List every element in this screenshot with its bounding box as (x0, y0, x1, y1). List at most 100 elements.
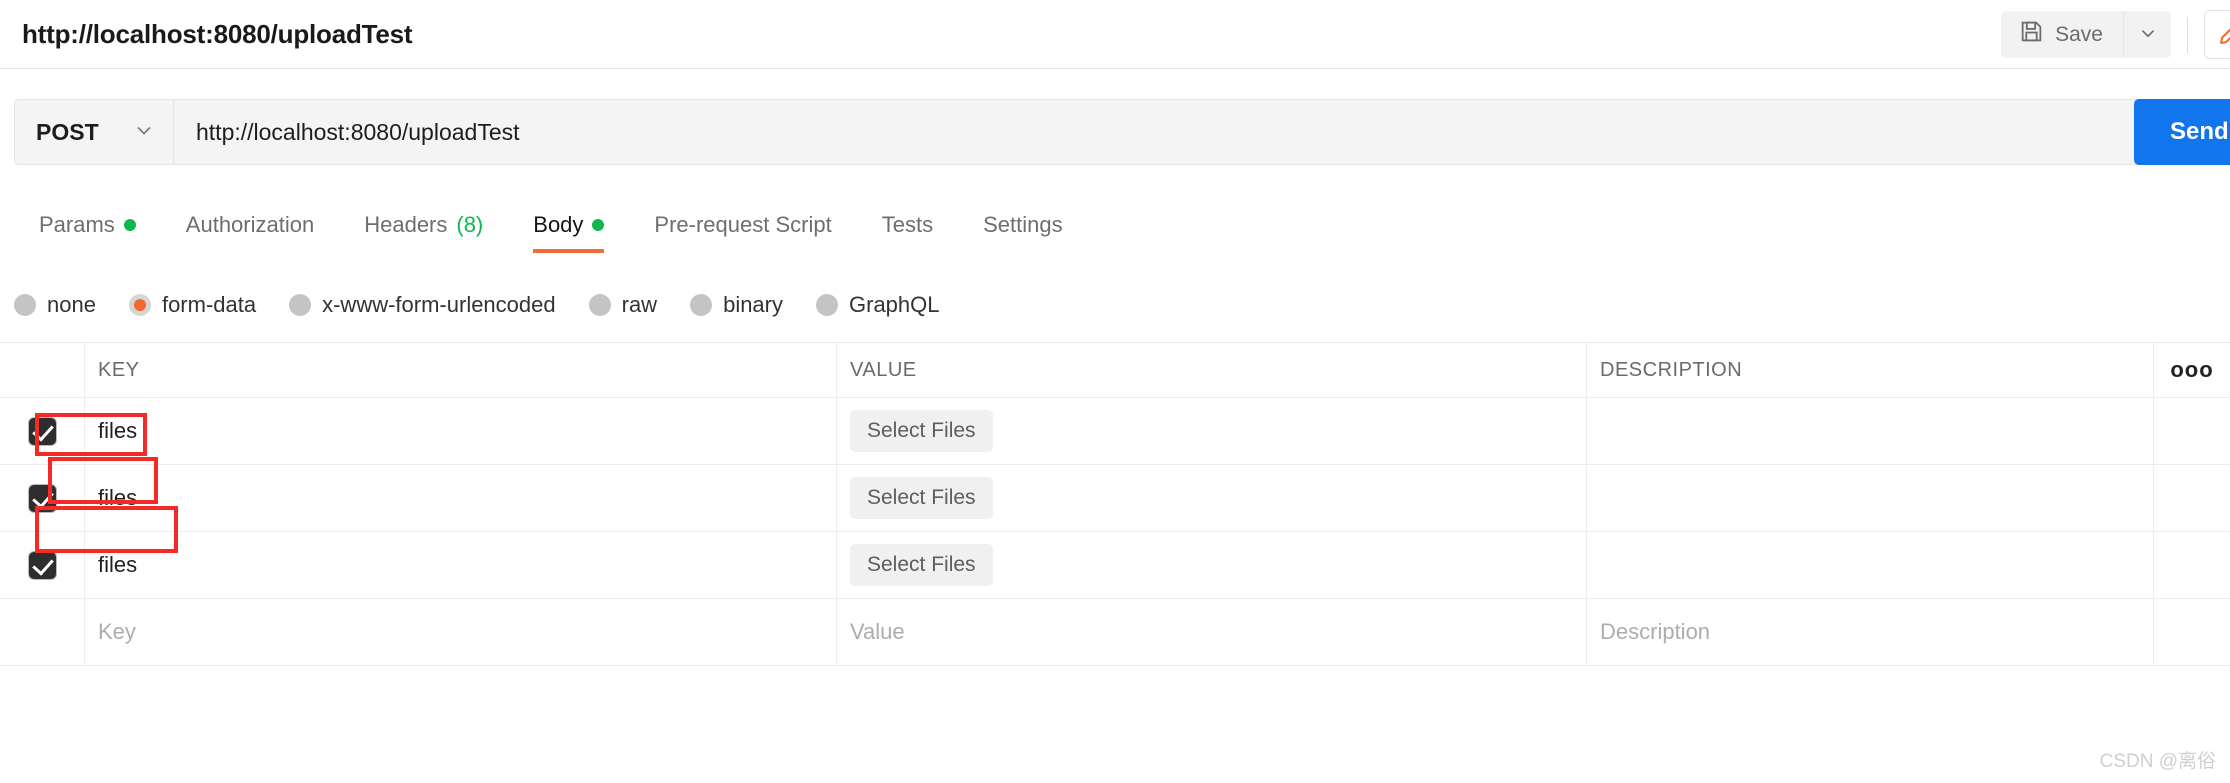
body-type-x-www-form-urlencoded-label: x-www-form-urlencoded (322, 292, 556, 317)
send-button[interactable]: Send (2134, 99, 2230, 165)
row-checkbox[interactable] (28, 484, 56, 512)
empty-row-value-placeholder: Value (850, 619, 905, 644)
tab-settings-label: Settings (983, 211, 1063, 237)
body-type-x-www-form-urlencoded[interactable]: x-www-form-urlencoded (289, 292, 556, 318)
row-value-cell: Select Files (837, 465, 1587, 531)
tab-authorization[interactable]: Authorization (161, 196, 339, 253)
tab-pre-request-script[interactable]: Pre-request Script (629, 196, 856, 253)
header-cell-description: DESCRIPTION (1587, 343, 2154, 397)
toolbar-divider (2187, 16, 2188, 53)
watermark: CSDN @离俗 (2099, 751, 2216, 772)
header-cell-checkbox (0, 343, 85, 397)
edit-request-button[interactable] (2204, 10, 2230, 59)
body-type-raw-label: raw (621, 292, 658, 317)
postman-request-pane: http://localhost:8080/uploadTest Save PO… (0, 0, 2230, 783)
row-key-cell[interactable]: files (85, 398, 837, 464)
row-key-cell[interactable]: files (85, 465, 837, 531)
save-options-button[interactable] (2123, 11, 2171, 58)
radio-icon (289, 294, 312, 316)
chevron-down-icon (132, 118, 156, 147)
radio-icon (690, 294, 713, 316)
table-row: files Select Files (0, 465, 2230, 532)
radio-icon (14, 294, 36, 316)
body-type-radio-group: none form-data x-www-form-urlencoded raw… (14, 280, 973, 330)
header-cell-value: VALUE (837, 343, 1587, 397)
empty-row-more-cell (2154, 599, 2230, 665)
body-type-binary[interactable]: binary (690, 292, 783, 318)
row-description-cell[interactable] (1587, 398, 2154, 464)
tab-settings[interactable]: Settings (958, 196, 1088, 253)
unsaved-dot-icon (123, 218, 136, 231)
select-files-button[interactable]: Select Files (850, 544, 993, 586)
body-type-form-data-label: form-data (161, 292, 257, 317)
row-more-cell (2154, 532, 2230, 598)
tab-pre-request-script-label: Pre-request Script (654, 211, 832, 237)
empty-row-description-cell[interactable]: Description (1587, 599, 2154, 665)
body-type-graphql[interactable]: GraphQL (816, 292, 940, 318)
row-more-cell (2154, 465, 2230, 531)
header-value-label: VALUE (850, 358, 917, 381)
body-type-binary-label: binary (723, 292, 783, 317)
request-tabs: Params Authorization Headers (8) Body Pr… (0, 196, 2230, 258)
table-empty-row: Key Value Description (0, 599, 2230, 666)
radio-selected-icon (128, 294, 151, 316)
http-method-label: POST (36, 118, 99, 145)
chevron-down-icon (2137, 22, 2159, 47)
row-key-value: files (98, 418, 138, 443)
tab-body[interactable]: Body (508, 196, 629, 253)
url-bar: POST (14, 99, 2216, 165)
select-files-button[interactable]: Select Files (850, 477, 993, 519)
save-button-group: Save (2001, 11, 2171, 58)
ellipsis-icon[interactable]: ooo (2170, 357, 2213, 383)
row-checkbox[interactable] (28, 551, 56, 579)
radio-icon (816, 294, 838, 316)
tab-params-label: Params (39, 211, 115, 237)
empty-row-value-cell[interactable]: Value (837, 599, 1587, 665)
tab-headers[interactable]: Headers (8) (339, 196, 508, 253)
tab-headers-label: Headers (364, 211, 448, 237)
row-checkbox[interactable] (28, 417, 56, 445)
empty-row-key-cell[interactable]: Key (85, 599, 837, 665)
tab-tests[interactable]: Tests (857, 196, 958, 253)
pencil-icon (2217, 20, 2230, 50)
save-button-label: Save (2055, 22, 2103, 46)
save-button[interactable]: Save (2001, 11, 2123, 58)
form-data-table: KEY VALUE DESCRIPTION ooo files Select F… (0, 342, 2230, 666)
row-value-cell: Select Files (837, 532, 1587, 598)
header-key-label: KEY (98, 358, 140, 381)
body-type-graphql-label: GraphQL (849, 292, 940, 317)
row-key-cell[interactable]: files (85, 532, 837, 598)
row-key-value: files (98, 485, 138, 510)
tab-authorization-label: Authorization (185, 211, 315, 237)
row-key-value: files (98, 552, 138, 577)
table-row: files Select Files (0, 532, 2230, 599)
request-title: http://localhost:8080/uploadTest (22, 19, 413, 49)
row-description-cell[interactable] (1587, 465, 2154, 531)
row-checkbox-cell (0, 532, 85, 598)
empty-row-checkbox-cell (0, 599, 85, 665)
top-bar-actions: Save (2001, 0, 2230, 69)
top-bar: http://localhost:8080/uploadTest Save (0, 0, 2230, 69)
header-cell-more: ooo (2154, 343, 2230, 397)
body-type-none[interactable]: none (14, 292, 96, 318)
body-type-form-data[interactable]: form-data (128, 292, 257, 318)
tab-body-label: Body (533, 211, 584, 237)
empty-row-key-placeholder: Key (98, 619, 136, 644)
http-method-select[interactable]: POST (14, 99, 174, 165)
select-files-button[interactable]: Select Files (850, 410, 993, 452)
body-type-raw[interactable]: raw (588, 292, 658, 318)
tab-headers-count: (8) (456, 211, 484, 237)
radio-icon (588, 294, 611, 316)
row-value-cell: Select Files (837, 398, 1587, 464)
tab-tests-label: Tests (881, 211, 934, 237)
row-description-cell[interactable] (1587, 532, 2154, 598)
header-cell-key: KEY (85, 343, 837, 397)
row-checkbox-cell (0, 465, 85, 531)
request-url-input[interactable] (174, 99, 2216, 165)
unsaved-dot-icon (592, 218, 605, 231)
table-header-row: KEY VALUE DESCRIPTION ooo (0, 343, 2230, 398)
empty-row-description-placeholder: Description (1600, 619, 1711, 644)
tab-params[interactable]: Params (14, 196, 161, 253)
header-description-label: DESCRIPTION (1600, 358, 1743, 381)
floppy-disk-icon (2019, 19, 2044, 50)
